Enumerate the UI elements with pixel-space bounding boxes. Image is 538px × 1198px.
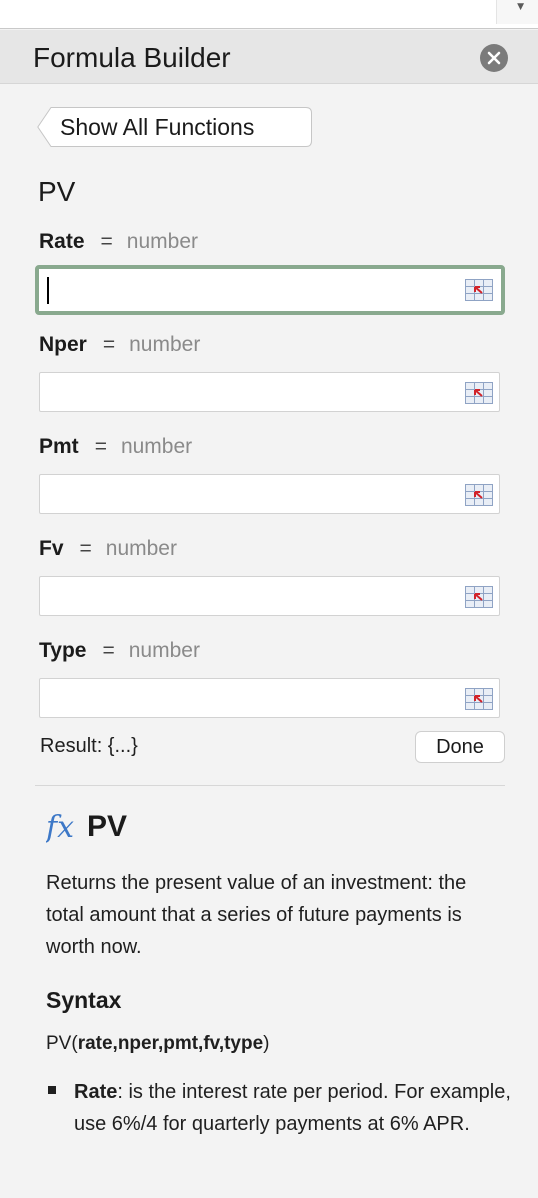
arg-type: number — [105, 537, 177, 560]
cell-reference-icon[interactable] — [465, 688, 493, 710]
section-divider — [35, 785, 505, 786]
syntax-suffix: ) — [263, 1033, 270, 1054]
function-name: PV — [38, 176, 76, 207]
cell-reference-icon[interactable] — [465, 279, 493, 301]
cell-reference-icon[interactable] — [465, 382, 493, 404]
top-strip: ▼ — [0, 0, 538, 29]
close-icon — [487, 51, 501, 65]
cell-reference-icon[interactable] — [465, 586, 493, 608]
close-button[interactable] — [480, 44, 508, 72]
fx-icon: fx — [46, 810, 74, 844]
type-field[interactable] — [39, 678, 500, 718]
result-text: Result: {...} — [40, 735, 138, 757]
arg-equals: = — [102, 639, 115, 662]
arg-name: Type — [39, 639, 87, 662]
arg-label-pmt: Pmt = number — [39, 435, 192, 459]
rate-input[interactable] — [39, 269, 501, 311]
nper-input[interactable] — [40, 373, 499, 411]
syntax-args: rate,nper,pmt,fv,type — [77, 1033, 264, 1054]
syntax-heading: Syntax — [46, 987, 122, 1013]
arg-label-nper: Nper = number — [39, 333, 200, 357]
arg-equals: = — [100, 230, 113, 253]
arg-type: number — [128, 639, 200, 662]
function-description: Returns the present value of an investme… — [46, 872, 467, 958]
bullet-description: : is the interest rate per period. For e… — [74, 1081, 511, 1135]
dropdown-arrow-icon[interactable]: ▼ — [517, 2, 524, 12]
arg-equals: = — [79, 537, 92, 560]
arg-name: Fv — [39, 537, 64, 560]
arg-equals: = — [102, 333, 116, 356]
fv-field[interactable] — [39, 576, 500, 616]
text-caret — [47, 277, 49, 304]
type-input[interactable] — [40, 679, 499, 717]
svg-text:fx: fx — [46, 810, 74, 844]
arg-label-type: Type = number — [39, 639, 200, 663]
syntax-prefix: PV( — [46, 1033, 78, 1054]
bullet-term: Rate — [74, 1081, 118, 1103]
arg-name: Nper — [39, 333, 87, 356]
arg-type: number — [129, 333, 201, 356]
done-button[interactable]: Done — [415, 731, 505, 763]
pmt-input[interactable] — [40, 475, 499, 513]
fv-input[interactable] — [40, 577, 499, 615]
show-all-functions-button[interactable]: Show All Functions — [37, 107, 312, 147]
arg-name: Pmt — [39, 435, 79, 458]
bullet-marker — [48, 1086, 56, 1094]
syntax-line: PV(rate,nper,pmt,fv,type) — [46, 1033, 270, 1055]
panel-header: Formula Builder — [0, 30, 538, 84]
arg-equals: = — [94, 435, 107, 458]
rate-field[interactable] — [35, 265, 505, 315]
arg-name: Rate — [39, 230, 85, 253]
scrollbar-corner[interactable]: ▼ — [496, 0, 538, 24]
help-function-name: PV — [87, 810, 128, 843]
pmt-field[interactable] — [39, 474, 500, 514]
show-all-functions-label: Show All Functions — [60, 114, 255, 140]
cell-reference-icon[interactable] — [465, 484, 493, 506]
arg-label-fv: Fv = number — [39, 537, 177, 561]
nper-field[interactable] — [39, 372, 500, 412]
arg-type: number — [126, 230, 198, 253]
panel-title: Formula Builder — [33, 42, 231, 73]
arg-label-rate: Rate = number — [39, 230, 198, 254]
arg-type: number — [120, 435, 193, 458]
argument-help-item: Rate: is the interest rate per period. F… — [74, 1076, 514, 1140]
